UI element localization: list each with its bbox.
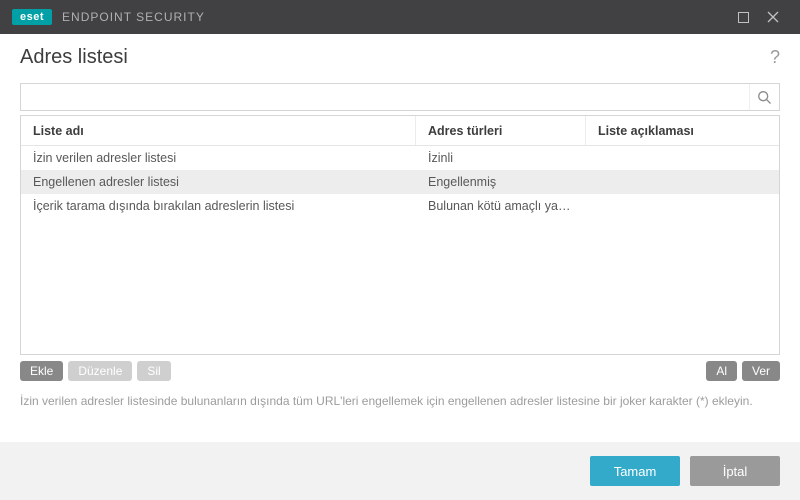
import-button[interactable]: Al bbox=[706, 361, 737, 381]
cell-name: İzin verilen adresler listesi bbox=[21, 151, 416, 165]
edit-button[interactable]: Düzenle bbox=[68, 361, 132, 381]
close-icon[interactable] bbox=[758, 2, 788, 32]
page-header: Adres listesi ? bbox=[20, 46, 780, 69]
maximize-icon[interactable] bbox=[728, 2, 758, 32]
cancel-button[interactable]: İptal bbox=[690, 456, 780, 486]
cell-type: Bulunan kötü amaçlı yazıl... bbox=[416, 199, 586, 213]
col-header-desc[interactable]: Liste açıklaması bbox=[586, 116, 779, 145]
titlebar: eset ENDPOINT SECURITY bbox=[0, 0, 800, 34]
col-header-name[interactable]: Liste adı bbox=[21, 116, 416, 145]
page-title: Adres listesi bbox=[20, 46, 770, 69]
ok-button[interactable]: Tamam bbox=[590, 456, 680, 486]
add-button[interactable]: Ekle bbox=[20, 361, 63, 381]
cell-name: Engellenen adresler listesi bbox=[21, 175, 416, 189]
search-bar bbox=[20, 83, 780, 111]
table-row[interactable]: Engellenen adresler listesiEngellenmiş bbox=[21, 170, 779, 194]
table-header: Liste adı Adres türleri Liste açıklaması bbox=[21, 116, 779, 146]
table-row[interactable]: İçerik tarama dışında bırakılan adresler… bbox=[21, 194, 779, 218]
cell-name: İçerik tarama dışında bırakılan adresler… bbox=[21, 199, 416, 213]
table-body: İzin verilen adresler listesiİzinliEngel… bbox=[21, 146, 779, 354]
table-row[interactable]: İzin verilen adresler listesiİzinli bbox=[21, 146, 779, 170]
toolbar: Ekle Düzenle Sil Al Ver bbox=[20, 361, 780, 381]
brand-product: ENDPOINT SECURITY bbox=[62, 10, 205, 24]
cell-type: Engellenmiş bbox=[416, 175, 586, 189]
footer: Tamam İptal bbox=[0, 442, 800, 500]
export-button[interactable]: Ver bbox=[742, 361, 780, 381]
cell-type: İzinli bbox=[416, 151, 586, 165]
search-icon[interactable] bbox=[749, 84, 779, 110]
search-input[interactable] bbox=[21, 84, 749, 110]
hint-text: İzin verilen adresler listesinde bulunan… bbox=[20, 393, 780, 410]
brand-logo: eset bbox=[12, 9, 52, 25]
address-table: Liste adı Adres türleri Liste açıklaması… bbox=[20, 115, 780, 355]
help-icon[interactable]: ? bbox=[770, 47, 780, 68]
col-header-type[interactable]: Adres türleri bbox=[416, 116, 586, 145]
delete-button[interactable]: Sil bbox=[137, 361, 170, 381]
